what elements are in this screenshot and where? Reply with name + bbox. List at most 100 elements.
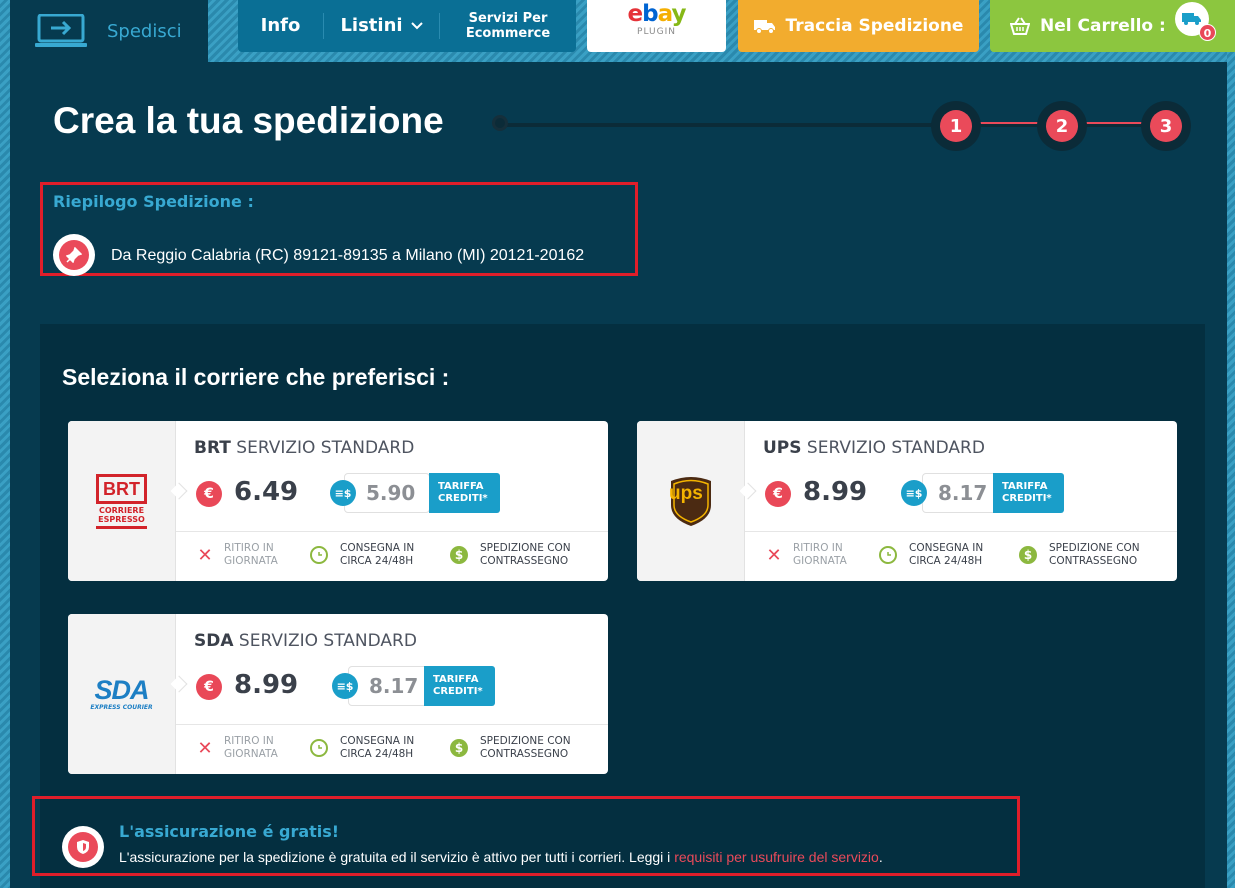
nav-servizi-ecommerce[interactable]: Servizi Per Ecommerce — [440, 11, 576, 41]
feature-consegna-line2: CIRCA 24/48H — [340, 748, 414, 760]
feature-contrassegno: SPEDIZIONE CON CONTRASSEGNO — [480, 735, 571, 761]
courier-brand: SDA — [194, 631, 234, 651]
main-content: Crea la tua spedizione 1 2 3 Riepilogo S… — [10, 62, 1227, 888]
nav-ebay-plugin[interactable]: ebay PLUGIN — [587, 0, 726, 52]
pin-icon-inner — [59, 240, 89, 270]
page-title: Crea la tua spedizione — [53, 100, 444, 141]
ebay-logo-y: y — [671, 1, 686, 27]
courier-service: SERVIZIO STANDARD — [238, 631, 417, 651]
nav-info[interactable]: Info — [238, 13, 324, 39]
feature-contrassegno-line1: SPEDIZIONE CON — [480, 735, 571, 747]
nav-carrello[interactable]: Nel Carrello : 0 — [990, 0, 1235, 52]
cart-truck-icon — [1182, 13, 1201, 25]
credit-icon: ≡$ — [332, 673, 358, 699]
tariffa-crediti-button[interactable]: TARIFFA CREDITI* — [424, 666, 495, 706]
feature-ritiro-line2: GIORNATA — [224, 748, 278, 760]
feature-consegna-line2: CIRCA 24/48H — [340, 555, 414, 567]
frame-right — [1227, 0, 1235, 888]
nav-spedisci-label: Spedisci — [107, 20, 182, 42]
clock-icon — [310, 739, 328, 757]
ebay-plugin-label: PLUGIN — [637, 27, 676, 37]
nav-listini[interactable]: Listini — [324, 13, 440, 39]
feature-consegna-line1: CONSEGNA IN — [909, 542, 984, 554]
ups-logo-text: ups — [669, 483, 703, 504]
credit-icon: ≡$ — [330, 480, 356, 506]
couriers-title: Seleziona il corriere che preferisci : — [62, 364, 450, 390]
brt-logo-main: BRT — [96, 473, 147, 504]
cross-icon: ✕ — [197, 737, 213, 759]
chevron-down-icon — [410, 22, 423, 30]
feature-ritiro: RITIRO IN GIORNATA — [224, 735, 278, 761]
cart-bubble[interactable]: 0 — [1175, 2, 1216, 41]
courier-price: 8.99 — [234, 670, 299, 700]
traccia-label: Traccia Spedizione — [785, 16, 964, 36]
feature-contrassegno-line2: CONTRASSEGNO — [480, 555, 569, 567]
sda-logo-sub: EXPRESS COURIER — [90, 704, 153, 711]
ebay-logo-b: b — [642, 1, 659, 27]
ups-logo: ups — [637, 421, 745, 581]
ebay-logo: ebay — [587, 0, 726, 26]
courier-card-ups[interactable]: ups UPS SERVIZIO STANDARD € 8.99 ≡$ 8.17… — [637, 421, 1177, 581]
feature-ritiro-line1: RITIRO IN — [793, 542, 843, 554]
brt-logo-sub1: CORRIERE — [98, 505, 145, 515]
nav-servizi-line1: Servizi Per — [468, 11, 548, 26]
basket-icon — [1010, 17, 1030, 35]
courier-brand: UPS — [763, 438, 802, 458]
nav-spedisci[interactable]: Spedisci — [10, 0, 208, 62]
tariffa-line1: TARIFFA — [1002, 481, 1048, 492]
card-divider — [745, 531, 1177, 532]
courier-name: UPS SERVIZIO STANDARD — [763, 438, 985, 458]
truck-icon — [753, 20, 775, 34]
insurance-requirements-link[interactable]: requisiti per usufruire del servizio — [674, 849, 879, 865]
feature-contrassegno: SPEDIZIONE CON CONTRASSEGNO — [480, 542, 571, 568]
insurance-title: L'assicurazione é gratis! — [119, 822, 340, 841]
courier-card-sda[interactable]: SDA EXPRESS COURIER SDA SERVIZIO STANDAR… — [68, 614, 608, 774]
sda-logo-main: SDA — [94, 675, 149, 705]
step-2-label: 2 — [1046, 110, 1078, 142]
feature-ritiro-line1: RITIRO IN — [224, 735, 274, 747]
courier-name: SDA SERVIZIO STANDARD — [194, 631, 417, 651]
cross-icon: ✕ — [766, 544, 782, 566]
credit-price: 5.90 — [366, 481, 416, 505]
nav-servizi-line2: Ecommerce — [465, 26, 551, 41]
pin-icon — [53, 234, 95, 276]
courier-name: BRT SERVIZIO STANDARD — [194, 438, 414, 458]
progress-start-dot — [492, 115, 508, 131]
insurance-end: . — [878, 849, 883, 865]
dollar-icon: $ — [450, 739, 468, 757]
feature-consegna: CONSEGNA IN CIRCA 24/48H — [340, 735, 414, 761]
feature-consegna-line1: CONSEGNA IN — [340, 542, 415, 554]
euro-icon: € — [196, 481, 222, 507]
courier-price: 6.49 — [234, 477, 299, 507]
card-divider — [176, 724, 608, 725]
clock-icon — [879, 546, 897, 564]
feature-consegna: CONSEGNA IN CIRCA 24/48H — [909, 542, 983, 568]
step-1-label: 1 — [940, 110, 972, 142]
tariffa-line2: CREDITI* — [1002, 493, 1052, 504]
carrello-label: Nel Carrello : — [1040, 16, 1166, 36]
credit-icon: ≡$ — [901, 480, 927, 506]
courier-card-brt[interactable]: BRT CORRIERE ESPRESSO BRT SERVIZIO STAND… — [68, 421, 608, 581]
feature-ritiro-line2: GIORNATA — [793, 555, 847, 567]
insurance-text: L'assicurazione per la spedizione è grat… — [119, 849, 883, 865]
ebay-logo-e: e — [627, 1, 644, 27]
feature-ritiro-line2: GIORNATA — [224, 555, 278, 567]
frame-left — [0, 0, 10, 888]
tariffa-crediti-button[interactable]: TARIFFA CREDITI* — [993, 473, 1064, 513]
tariffa-line1: TARIFFA — [438, 481, 484, 492]
feature-contrassegno-line2: CONTRASSEGNO — [480, 748, 569, 760]
credit-price: 8.17 — [369, 674, 419, 698]
feature-contrassegno-line1: SPEDIZIONE CON — [480, 542, 571, 554]
tariffa-crediti-button[interactable]: TARIFFA CREDITI* — [429, 473, 500, 513]
traccia-spedizione-button[interactable]: Traccia Spedizione — [738, 0, 979, 52]
shield-icon — [62, 826, 104, 868]
credit-price: 8.17 — [938, 481, 988, 505]
ebay-logo-a: a — [657, 1, 673, 27]
step-3: 3 — [1141, 101, 1191, 151]
feature-ritiro: RITIRO IN GIORNATA — [224, 542, 278, 568]
courier-service: SERVIZIO STANDARD — [236, 438, 415, 458]
tariffa-line1: TARIFFA — [433, 674, 479, 685]
feature-ritiro: RITIRO IN GIORNATA — [793, 542, 847, 568]
feature-consegna-line2: CIRCA 24/48H — [909, 555, 983, 567]
cart-count-badge: 0 — [1199, 24, 1216, 41]
